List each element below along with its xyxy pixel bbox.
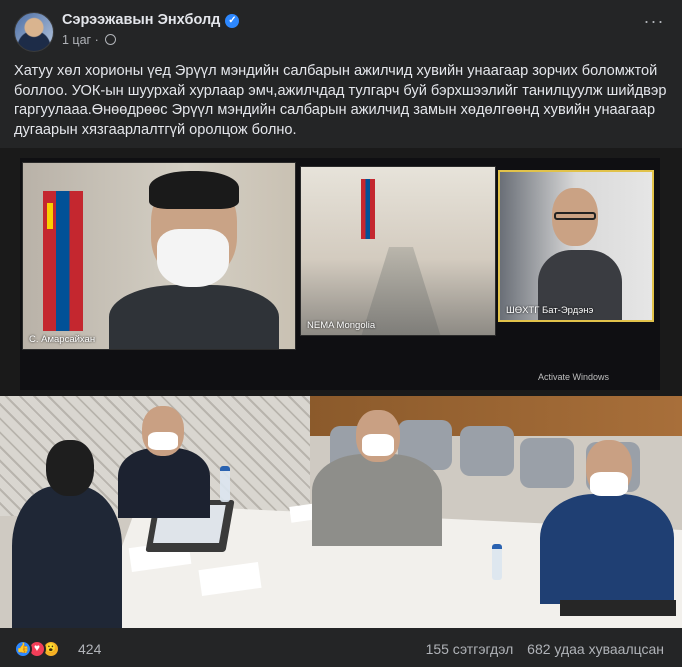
shares-count[interactable]: 682 удаа хуваалцсан [527,641,664,657]
reactions-bar: 👍 ♥ 😮 424 155 сэтгэгдэл 682 удаа хуваалц… [0,628,682,667]
flag-middle [361,179,375,239]
mongolian-flag [43,191,83,331]
person-back-left [118,406,210,518]
author-name-row: Сэрээжавын Энхболд ✓ [62,12,240,28]
video-conference-screen: С. Амарсайхан NEMA Mongolia ШӨХТГ Бат-Эр… [20,158,660,390]
post-text: Хатуу хөл хорионы үед Эрүүл мэндийн салб… [14,63,667,138]
person-foreground [12,440,122,628]
author-name[interactable]: Сэрээжавын Энхболд [62,12,220,28]
windows-watermark: Activate Windows [538,372,610,382]
post-header: Сэрээжавын Энхболд ✓ 1 цаг · ··· [0,0,682,60]
comments-count[interactable]: 155 сэтгэгдэл [426,641,514,657]
video-tile-middle: NEMA Mongolia [300,166,496,336]
chair [460,426,514,476]
engagement-counts: 155 сэтгэгдэл 682 удаа хуваалцсан [426,641,664,657]
globe-icon [105,34,117,45]
reaction-count[interactable]: 424 [78,641,101,657]
keyboard [560,600,676,616]
video-label-right: ШӨХТГ Бат-Эрдэнэ [506,305,594,316]
participant-left [109,171,279,349]
like-icon[interactable]: 👍 [14,640,32,658]
verified-icon: ✓ [225,14,240,28]
person-center [312,410,442,546]
person-right [540,440,674,604]
participant-right [538,188,622,320]
author-avatar[interactable] [14,12,54,52]
video-label-left: С. Амарсайхан [29,334,96,345]
video-tile-right: ШӨХТГ Бат-Эрдэнэ [498,170,654,322]
post-time[interactable]: 1 цаг [62,33,91,47]
post-meta: 1 цаг · [62,33,117,47]
video-tile-left: С. Амарсайхан [22,162,296,350]
video-label-middle: NEMA Mongolia [307,320,376,331]
post-photo-bottom[interactable] [0,396,682,628]
more-icon[interactable]: ··· [640,12,668,36]
post-photo-top[interactable]: С. Амарсайхан NEMA Mongolia ШӨХТГ Бат-Эр… [0,148,682,396]
water-bottle [492,544,502,580]
water-bottle [220,466,230,502]
